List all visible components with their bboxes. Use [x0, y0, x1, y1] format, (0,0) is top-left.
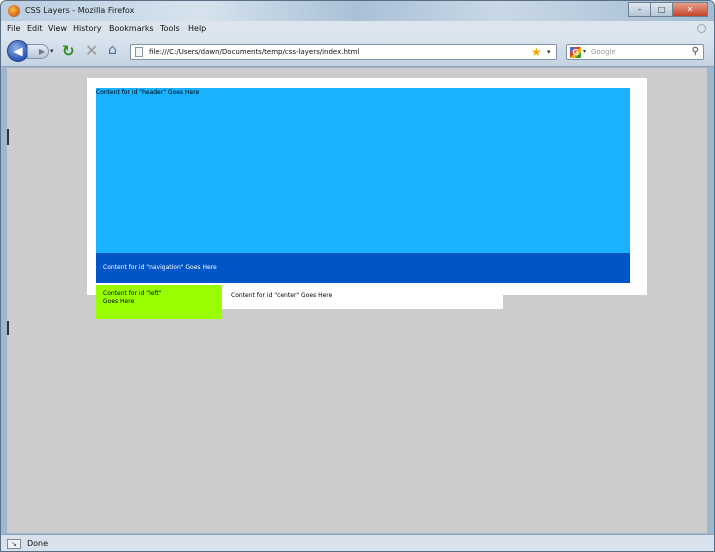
home-icon: ⌂	[108, 42, 117, 58]
close-button[interactable]: ✕	[672, 2, 708, 17]
status-bar: ↘ Done	[1, 534, 714, 551]
center-layer: Content for id "center" Goes Here	[222, 285, 503, 309]
menu-bookmarks[interactable]: Bookmarks	[109, 24, 154, 33]
header-layer: Content for id "header" Goes Here	[96, 88, 630, 253]
minimize-button[interactable]: –	[628, 2, 650, 17]
navigation-layer: Content for id "navigation" Goes Here	[96, 253, 630, 283]
search-bar[interactable]: G ▾ Google ⚲	[566, 44, 704, 60]
navigation-text: Content for id "navigation" Goes Here	[103, 264, 217, 271]
header-text: Content for id "header" Goes Here	[96, 89, 200, 96]
forward-button[interactable]: ▶	[27, 44, 49, 59]
window-edge-mark	[7, 321, 9, 335]
menu-history[interactable]: History	[73, 24, 101, 33]
menu-bar: File Edit View History Bookmarks Tools H…	[1, 21, 714, 36]
url-text[interactable]: file:///C:/Users/dawn/Documents/temp/css…	[149, 48, 359, 56]
forward-arrow-icon: ▶	[38, 47, 45, 56]
reload-button[interactable]: ↻	[62, 42, 75, 60]
search-icon[interactable]: ⚲	[692, 46, 699, 57]
back-arrow-icon: ◀	[13, 44, 23, 58]
menu-view[interactable]: View	[48, 24, 67, 33]
search-input[interactable]: Google	[591, 48, 616, 56]
status-text: Done	[27, 539, 49, 548]
menu-edit[interactable]: Edit	[27, 24, 43, 33]
title-bar[interactable]: CSS Layers - Mozilla Firefox – □ ✕	[1, 1, 714, 21]
page-viewport: Content for id "header" Goes Here Conten…	[7, 68, 707, 533]
star-icon[interactable]: ★	[531, 45, 542, 59]
center-text: Content for id "center" Goes Here	[231, 292, 333, 299]
back-button[interactable]: ◀	[7, 40, 29, 62]
url-bar[interactable]: file:///C:/Users/dawn/Documents/temp/css…	[130, 44, 557, 60]
status-icon: ↘	[7, 539, 21, 549]
google-icon[interactable]: G	[570, 47, 581, 58]
window-edge-mark	[7, 129, 9, 145]
maximize-button[interactable]: □	[650, 2, 672, 17]
navigation-toolbar: ◀ ▶ ▾ ↻ ✕ ⌂ file:///C:/Users/dawn/Docume…	[1, 36, 714, 67]
menu-help[interactable]: Help	[188, 24, 206, 33]
stop-button[interactable]: ✕	[85, 41, 98, 60]
menu-file[interactable]: File	[7, 24, 20, 33]
left-text: Content for id "left" Goes Here	[103, 290, 162, 305]
page-icon	[135, 47, 143, 57]
left-layer: Content for id "left" Goes Here	[96, 285, 222, 319]
container-layer: Content for id "header" Goes Here Conten…	[87, 78, 647, 295]
reload-icon: ↻	[62, 42, 75, 60]
window-controls: – □ ✕	[628, 2, 708, 18]
browser-window: CSS Layers - Mozilla Firefox – □ ✕ File …	[0, 0, 715, 552]
activity-indicator-icon	[697, 24, 706, 33]
history-dropdown-icon[interactable]: ▾	[50, 47, 54, 55]
stop-icon: ✕	[85, 41, 99, 60]
search-engine-dropdown-icon[interactable]: ▾	[583, 48, 586, 55]
menu-tools[interactable]: Tools	[160, 24, 180, 33]
url-dropdown-icon[interactable]: ▾	[547, 48, 551, 56]
home-button[interactable]: ⌂	[108, 42, 117, 58]
firefox-icon	[8, 5, 20, 17]
window-title: CSS Layers - Mozilla Firefox	[25, 6, 135, 15]
